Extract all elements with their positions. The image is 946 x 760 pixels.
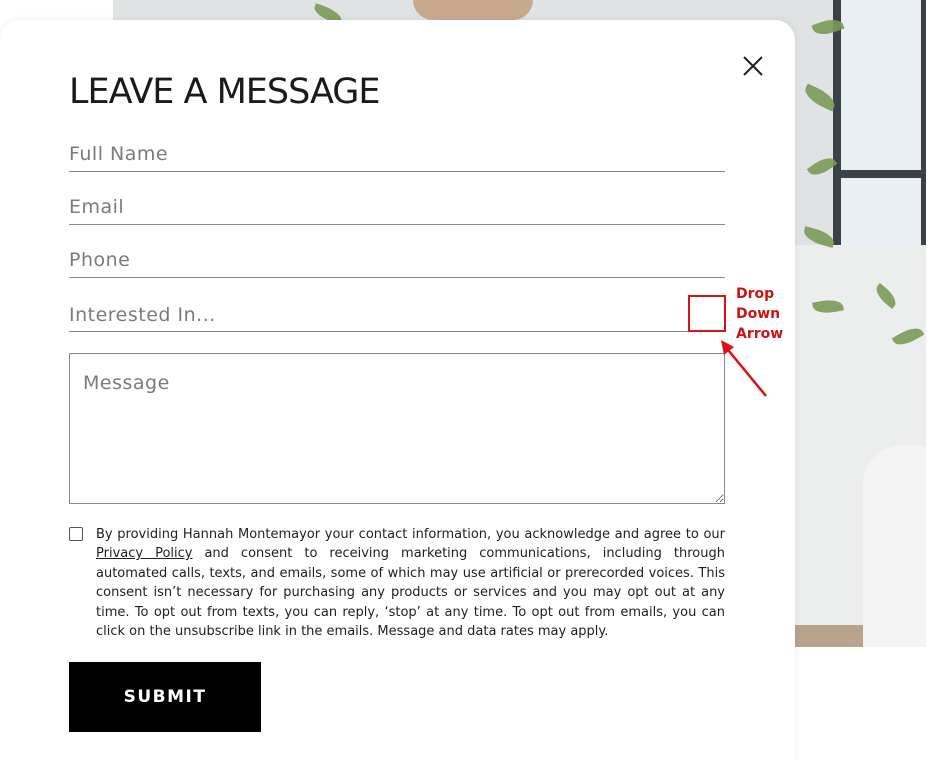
phone-input[interactable] xyxy=(69,243,725,278)
annotation-highlight-box xyxy=(688,295,726,332)
consent-text: By providing Hannah Montemayor your cont… xyxy=(96,525,725,641)
submit-button[interactable]: SUBMIT xyxy=(69,662,261,732)
annotation-arrow-icon xyxy=(721,340,767,397)
interested-in-label: Interested In... xyxy=(69,304,216,326)
annotation-line-1: Drop xyxy=(736,286,775,302)
consent-checkbox[interactable] xyxy=(69,527,83,541)
background-window xyxy=(833,0,926,245)
annotation-line-2: Down xyxy=(736,306,781,322)
full-name-input[interactable] xyxy=(69,137,725,172)
consent-text-before-link: By providing Hannah Montemayor your cont… xyxy=(96,527,725,542)
interested-in-dropdown[interactable]: Interested In... xyxy=(69,298,725,332)
privacy-policy-link[interactable]: Privacy Policy xyxy=(96,546,192,561)
close-icon[interactable] xyxy=(740,53,766,79)
message-textarea[interactable] xyxy=(69,353,725,504)
background-chair xyxy=(863,445,926,647)
form-title: LEAVE A MESSAGE xyxy=(69,72,381,112)
background-face xyxy=(413,0,533,20)
email-input[interactable] xyxy=(69,190,725,225)
